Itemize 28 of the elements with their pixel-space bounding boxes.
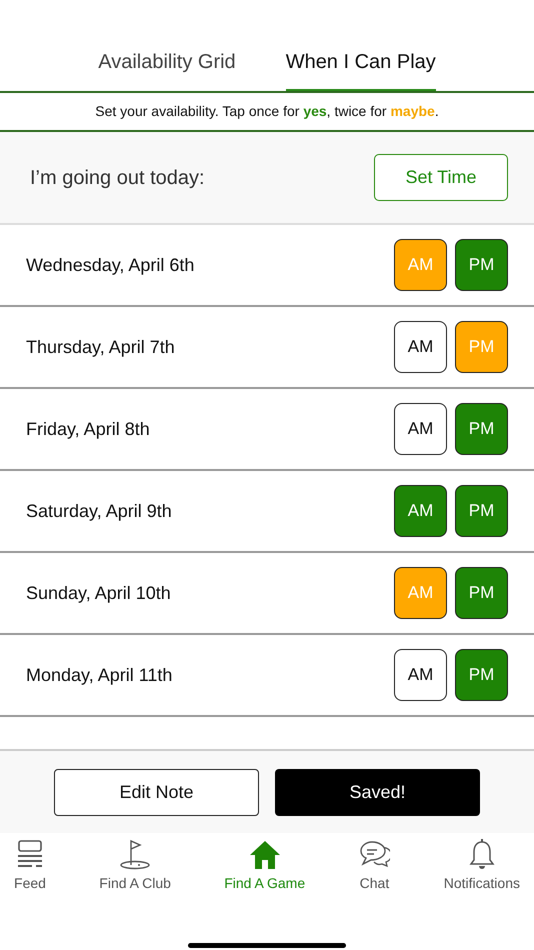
time-slot-button[interactable]: AM — [394, 485, 447, 537]
nav-tab[interactable]: Find A Club — [99, 839, 171, 913]
time-slot-button[interactable]: PM — [455, 239, 508, 291]
time-slot-button[interactable]: PM — [455, 567, 508, 619]
time-slot-button[interactable]: AM — [394, 403, 447, 455]
tab[interactable]: Availability Grid — [98, 38, 236, 91]
time-slot-button[interactable]: PM — [455, 403, 508, 455]
time-slot-button[interactable]: AM — [394, 321, 447, 373]
nav-tab[interactable]: Notifications — [444, 839, 520, 913]
going-out-label: I’m going out today: — [30, 166, 205, 190]
saved-button[interactable]: Saved! — [275, 768, 480, 816]
tab[interactable]: When I Can Play — [286, 38, 436, 91]
day-label: Monday, April 11th — [26, 664, 172, 687]
nav-tab[interactable]: Chat — [358, 839, 390, 913]
nav-tab[interactable]: Find A Game — [224, 839, 306, 913]
day-label: Sunday, April 10th — [26, 582, 171, 605]
time-slot-button[interactable]: AM — [394, 649, 447, 701]
day-label: Saturday, April 9th — [26, 500, 172, 523]
home-icon — [248, 839, 281, 871]
nav-tab[interactable]: Feed — [14, 839, 46, 913]
set-time-button[interactable]: Set Time — [374, 154, 508, 201]
time-slot-button[interactable]: PM — [455, 649, 508, 701]
day-label: Friday, April 8th — [26, 418, 150, 441]
golf-flag-icon — [119, 839, 152, 871]
time-slot-button[interactable]: PM — [455, 485, 508, 537]
day-label: Wednesday, April 6th — [26, 254, 194, 277]
day-label: Thursday, April 7th — [26, 336, 175, 359]
edit-note-button[interactable]: Edit Note — [54, 768, 259, 816]
